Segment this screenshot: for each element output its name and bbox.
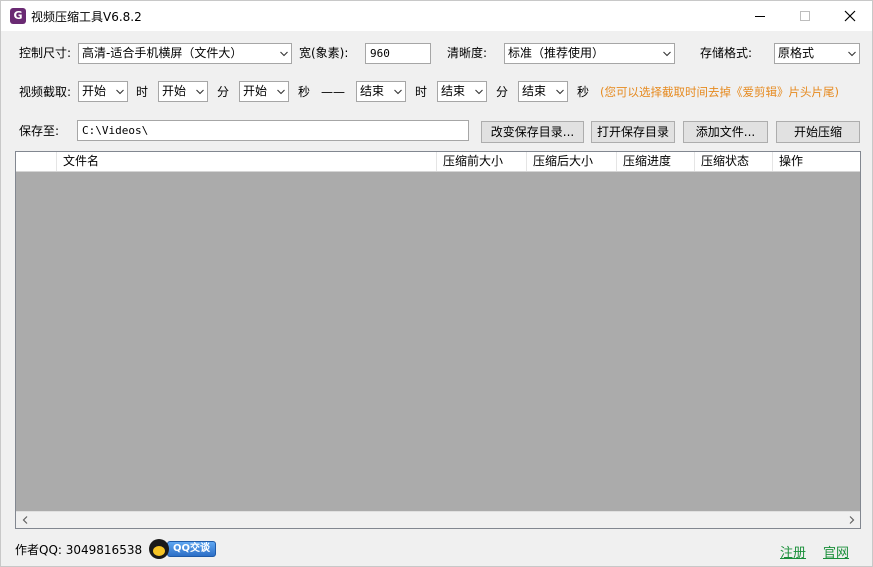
chevron-right-icon — [849, 516, 854, 524]
qq-chat-label: QQ交谈 — [167, 541, 216, 557]
chevron-down-icon — [277, 89, 285, 95]
clarity-select[interactable]: 标准（推荐使用） — [504, 43, 675, 64]
format-select[interactable]: 原格式 — [774, 43, 860, 64]
close-button[interactable] — [827, 1, 873, 31]
end-second-value: 结束 — [522, 84, 547, 98]
horizontal-scrollbar[interactable] — [16, 511, 860, 528]
chevron-down-icon — [663, 51, 671, 57]
column-header-action[interactable]: 操作 — [773, 152, 860, 171]
end-second-unit: 秒 — [577, 85, 590, 99]
size-select-value: 高清-适合手机横屏（文件大） — [82, 46, 243, 60]
window-title: 视频压缩工具V6.8.2 — [31, 10, 142, 24]
save-to-label: 保存至: — [19, 124, 60, 138]
scroll-right-button[interactable] — [843, 512, 860, 528]
open-save-dir-button[interactable]: 打开保存目录 — [591, 121, 675, 143]
column-header-filename[interactable]: 文件名 — [57, 152, 437, 171]
change-save-dir-button[interactable]: 改变保存目录... — [481, 121, 584, 143]
clarity-select-value: 标准（推荐使用） — [508, 46, 605, 60]
chevron-down-icon — [848, 51, 856, 57]
start-hour-select[interactable]: 开始 — [78, 81, 128, 102]
file-list-grid[interactable]: 文件名 压缩前大小 压缩后大小 压缩进度 压缩状态 操作 — [15, 151, 861, 529]
end-hour-value: 结束 — [360, 84, 385, 98]
format-select-value: 原格式 — [778, 46, 815, 60]
register-link[interactable]: 注册 — [780, 542, 806, 561]
app-logo-icon: G — [10, 8, 26, 24]
end-hour-unit: 时 — [415, 85, 428, 99]
save-path-input[interactable]: C:\Videos\ — [77, 120, 469, 141]
start-compress-button[interactable]: 开始压缩 — [776, 121, 860, 143]
column-header-size-after[interactable]: 压缩后大小 — [527, 152, 617, 171]
qq-chat-button[interactable]: QQ交谈 — [149, 538, 216, 560]
chevron-down-icon — [394, 89, 402, 95]
end-minute-value: 结束 — [441, 84, 466, 98]
chevron-down-icon — [556, 89, 564, 95]
scroll-left-button[interactable] — [16, 512, 33, 528]
trim-label: 视频截取: — [19, 85, 72, 99]
column-header-status[interactable]: 压缩状态 — [695, 152, 773, 171]
size-label: 控制尺寸: — [19, 46, 72, 60]
maximize-button[interactable] — [782, 1, 828, 31]
chevron-down-icon — [116, 89, 124, 95]
column-header-size-before[interactable]: 压缩前大小 — [437, 152, 527, 171]
start-hour-value: 开始 — [82, 84, 107, 98]
app-window: G 视频压缩工具V6.8.2 控制尺寸: 高清-适合手机横屏（文件大） 宽(象素… — [0, 0, 873, 567]
end-minute-unit: 分 — [496, 85, 509, 99]
end-second-select[interactable]: 结束 — [518, 81, 568, 102]
start-second-select[interactable]: 开始 — [239, 81, 289, 102]
column-header-select[interactable] — [16, 152, 57, 171]
end-hour-select[interactable]: 结束 — [356, 81, 406, 102]
close-icon — [844, 10, 856, 22]
website-link[interactable]: 官网 — [823, 542, 849, 561]
range-separator: —— — [321, 85, 345, 99]
width-label: 宽(象素): — [299, 46, 349, 60]
minimize-icon — [755, 15, 765, 17]
chevron-left-icon — [22, 516, 27, 524]
chevron-down-icon — [475, 89, 483, 95]
chevron-down-icon — [196, 89, 204, 95]
hour-unit: 时 — [136, 85, 149, 99]
start-second-value: 开始 — [243, 84, 268, 98]
end-minute-select[interactable]: 结束 — [437, 81, 487, 102]
second-unit: 秒 — [298, 85, 311, 99]
qq-penguin-icon — [149, 539, 169, 559]
start-minute-value: 开始 — [162, 84, 187, 98]
column-header-progress[interactable]: 压缩进度 — [617, 152, 695, 171]
minute-unit: 分 — [217, 85, 230, 99]
author-qq-text: 作者QQ: 3049816538 — [15, 543, 143, 557]
maximize-icon — [800, 11, 810, 21]
size-select[interactable]: 高清-适合手机横屏（文件大） — [78, 43, 292, 64]
start-minute-select[interactable]: 开始 — [158, 81, 208, 102]
chevron-down-icon — [280, 51, 288, 57]
clarity-label: 清晰度: — [447, 46, 488, 60]
trim-hint: (您可以选择截取时间去掉《爱剪辑》片头片尾) — [600, 85, 839, 99]
format-label: 存储格式: — [700, 46, 753, 60]
grid-header: 文件名 压缩前大小 压缩后大小 压缩进度 压缩状态 操作 — [16, 152, 860, 172]
scroll-track[interactable] — [33, 512, 843, 528]
width-input[interactable]: 960 — [365, 43, 431, 64]
minimize-button[interactable] — [737, 1, 783, 31]
add-file-button[interactable]: 添加文件... — [683, 121, 768, 143]
title-bar: G 视频压缩工具V6.8.2 — [1, 1, 872, 31]
